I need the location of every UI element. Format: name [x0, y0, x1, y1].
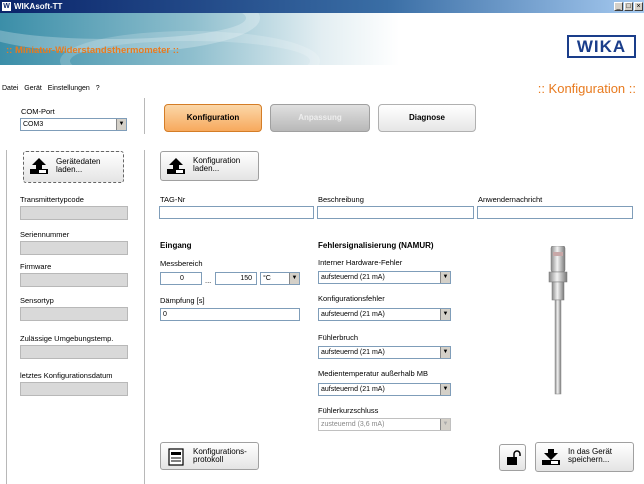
- config-error-select[interactable]: aufsteuernd (21 mA) ▼: [318, 308, 451, 321]
- select-value: zusteuernd (3,6 mA): [321, 421, 385, 428]
- medium-temp-select[interactable]: aufsteuernd (21 mA) ▼: [318, 383, 451, 396]
- menu-help[interactable]: ?: [96, 85, 100, 92]
- configuration-protocol-button[interactable]: Konfigurations-protokoll: [160, 442, 259, 470]
- input-section-title: Eingang: [160, 241, 192, 250]
- wika-logo: WIKA: [567, 35, 636, 58]
- sidebar-label: Sensortyp: [20, 296, 54, 305]
- unlock-icon: [507, 450, 521, 465]
- internal-hw-error-select[interactable]: aufsteuernd (21 mA) ▼: [318, 271, 451, 284]
- header-banner: :: Miniatur-Widerstandsthermometer :: WI…: [0, 13, 644, 65]
- sensor-type-field: [20, 307, 128, 321]
- minimize-button[interactable]: _: [614, 2, 623, 11]
- chevron-down-icon: ▼: [440, 347, 450, 358]
- chevron-down-icon: ▼: [440, 272, 450, 283]
- com-port-value: COM3: [23, 121, 44, 128]
- firmware-field: [20, 273, 128, 287]
- download-icon: [542, 449, 560, 465]
- select-value: aufsteuernd (21 mA): [321, 274, 385, 281]
- load-configuration-label: Konfiguration laden...: [193, 156, 241, 173]
- ambient-temp-field: [20, 345, 128, 359]
- sidebar-label: Zulässige Umgebungstemp.: [20, 334, 114, 343]
- chevron-down-icon: ▼: [440, 384, 450, 395]
- com-port-select[interactable]: COM3 ▼: [20, 118, 127, 131]
- product-subtitle: :: Miniatur-Widerstandsthermometer ::: [6, 45, 180, 56]
- sidebar-label: Seriennummer: [20, 230, 70, 239]
- chevron-down-icon: ▼: [289, 273, 299, 284]
- com-port-label: COM-Port: [21, 107, 55, 116]
- sidebar-label: letztes Konfigurationsdatum: [20, 371, 113, 380]
- range-to-input[interactable]: [215, 272, 257, 285]
- app-icon: W: [2, 2, 11, 11]
- sidebar-label: Transmittertypcode: [20, 195, 84, 204]
- save-to-device-button[interactable]: In das Gerät speichern...: [535, 442, 634, 472]
- tab-diagnosis[interactable]: Diagnose: [378, 104, 476, 132]
- tag-nr-label: TAG-Nr: [160, 195, 186, 204]
- error-label: Fühlerbruch: [318, 333, 359, 342]
- error-section-title: Fehlersignalisierung (NAMUR): [318, 241, 434, 250]
- load-configuration-button[interactable]: Konfiguration laden...: [160, 151, 259, 181]
- tab-configuration[interactable]: Konfiguration: [164, 104, 262, 132]
- error-label: Interner Hardware-Fehler: [318, 258, 403, 267]
- window-title: WIKAsoft-TT: [14, 2, 63, 11]
- save-to-device-label: In das Gerät speichern...: [568, 447, 613, 464]
- tag-nr-input[interactable]: [159, 206, 314, 219]
- description-input[interactable]: [317, 206, 474, 219]
- thermometer-device-image: [548, 246, 568, 395]
- load-device-data-label: Gerätedaten laden...: [56, 157, 101, 174]
- divider: [144, 98, 145, 134]
- chevron-down-icon: ▼: [440, 309, 450, 320]
- range-from-input[interactable]: [160, 272, 202, 285]
- maximize-button[interactable]: □: [624, 2, 633, 11]
- select-value: aufsteuernd (21 mA): [321, 349, 385, 356]
- sidebar-label: Firmware: [20, 262, 52, 271]
- range-separator: ...: [205, 276, 212, 285]
- menu-bar: Datei Gerät Einstellungen ?: [2, 85, 104, 92]
- description-label: Beschreibung: [318, 195, 364, 204]
- error-label: Konfigurationsfehler: [318, 294, 385, 303]
- select-value: aufsteuernd (21 mA): [321, 311, 385, 318]
- select-value: aufsteuernd (21 mA): [321, 386, 385, 393]
- chevron-down-icon: ▼: [440, 419, 450, 430]
- close-button[interactable]: ×: [634, 2, 643, 11]
- error-label: Fühlerkurzschluss: [318, 406, 379, 415]
- range-label: Messbereich: [160, 259, 203, 268]
- window-titlebar: W WIKAsoft-TT _ □ ×: [0, 0, 644, 13]
- divider: [144, 150, 145, 484]
- upload-icon: [30, 158, 48, 174]
- unit-select[interactable]: °C ▼: [260, 272, 300, 285]
- load-device-data-button[interactable]: Gerätedaten laden...: [23, 151, 124, 183]
- protocol-button-label: Konfigurations-protokoll: [193, 447, 247, 464]
- menu-file[interactable]: Datei: [2, 85, 18, 92]
- damping-input[interactable]: [160, 308, 300, 321]
- user-message-label: Anwendernachricht: [478, 195, 543, 204]
- tab-adjustment: Anpassung: [270, 104, 370, 132]
- lock-button[interactable]: [499, 444, 526, 471]
- upload-icon: [167, 158, 185, 174]
- user-message-input[interactable]: [477, 206, 633, 219]
- sensor-break-select[interactable]: aufsteuernd (21 mA) ▼: [318, 346, 451, 359]
- chevron-down-icon: ▼: [116, 119, 126, 130]
- unit-value: °C: [263, 275, 271, 282]
- sensor-short-circuit-select: zusteuernd (3,6 mA) ▼: [318, 418, 451, 431]
- menu-device[interactable]: Gerät: [24, 85, 42, 92]
- page-heading: :: Konfiguration ::: [537, 81, 636, 96]
- error-label: Medientemperatur außerhalb MB: [318, 369, 429, 378]
- transmitter-type-code-field: [20, 206, 128, 220]
- divider: [6, 150, 7, 484]
- document-icon: [168, 448, 184, 466]
- serial-number-field: [20, 241, 128, 255]
- damping-label: Dämpfung [s]: [160, 296, 205, 305]
- last-config-date-field: [20, 382, 128, 396]
- menu-settings[interactable]: Einstellungen: [48, 85, 90, 92]
